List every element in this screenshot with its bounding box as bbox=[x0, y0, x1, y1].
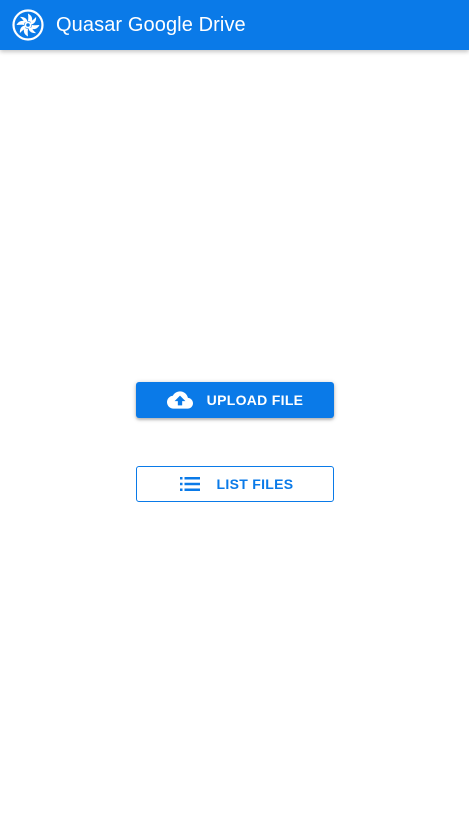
list-icon bbox=[177, 472, 203, 496]
app-header: Quasar Google Drive bbox=[0, 0, 469, 50]
cloud-upload-icon bbox=[166, 388, 193, 412]
upload-file-button[interactable]: UPLOAD FILE bbox=[136, 382, 334, 418]
app-title: Quasar Google Drive bbox=[56, 13, 246, 36]
upload-file-label: UPLOAD FILE bbox=[206, 392, 304, 408]
list-files-button[interactable]: LIST FILES bbox=[136, 466, 334, 502]
quasar-logo-icon bbox=[12, 9, 44, 41]
list-files-label: LIST FILES bbox=[216, 476, 294, 492]
